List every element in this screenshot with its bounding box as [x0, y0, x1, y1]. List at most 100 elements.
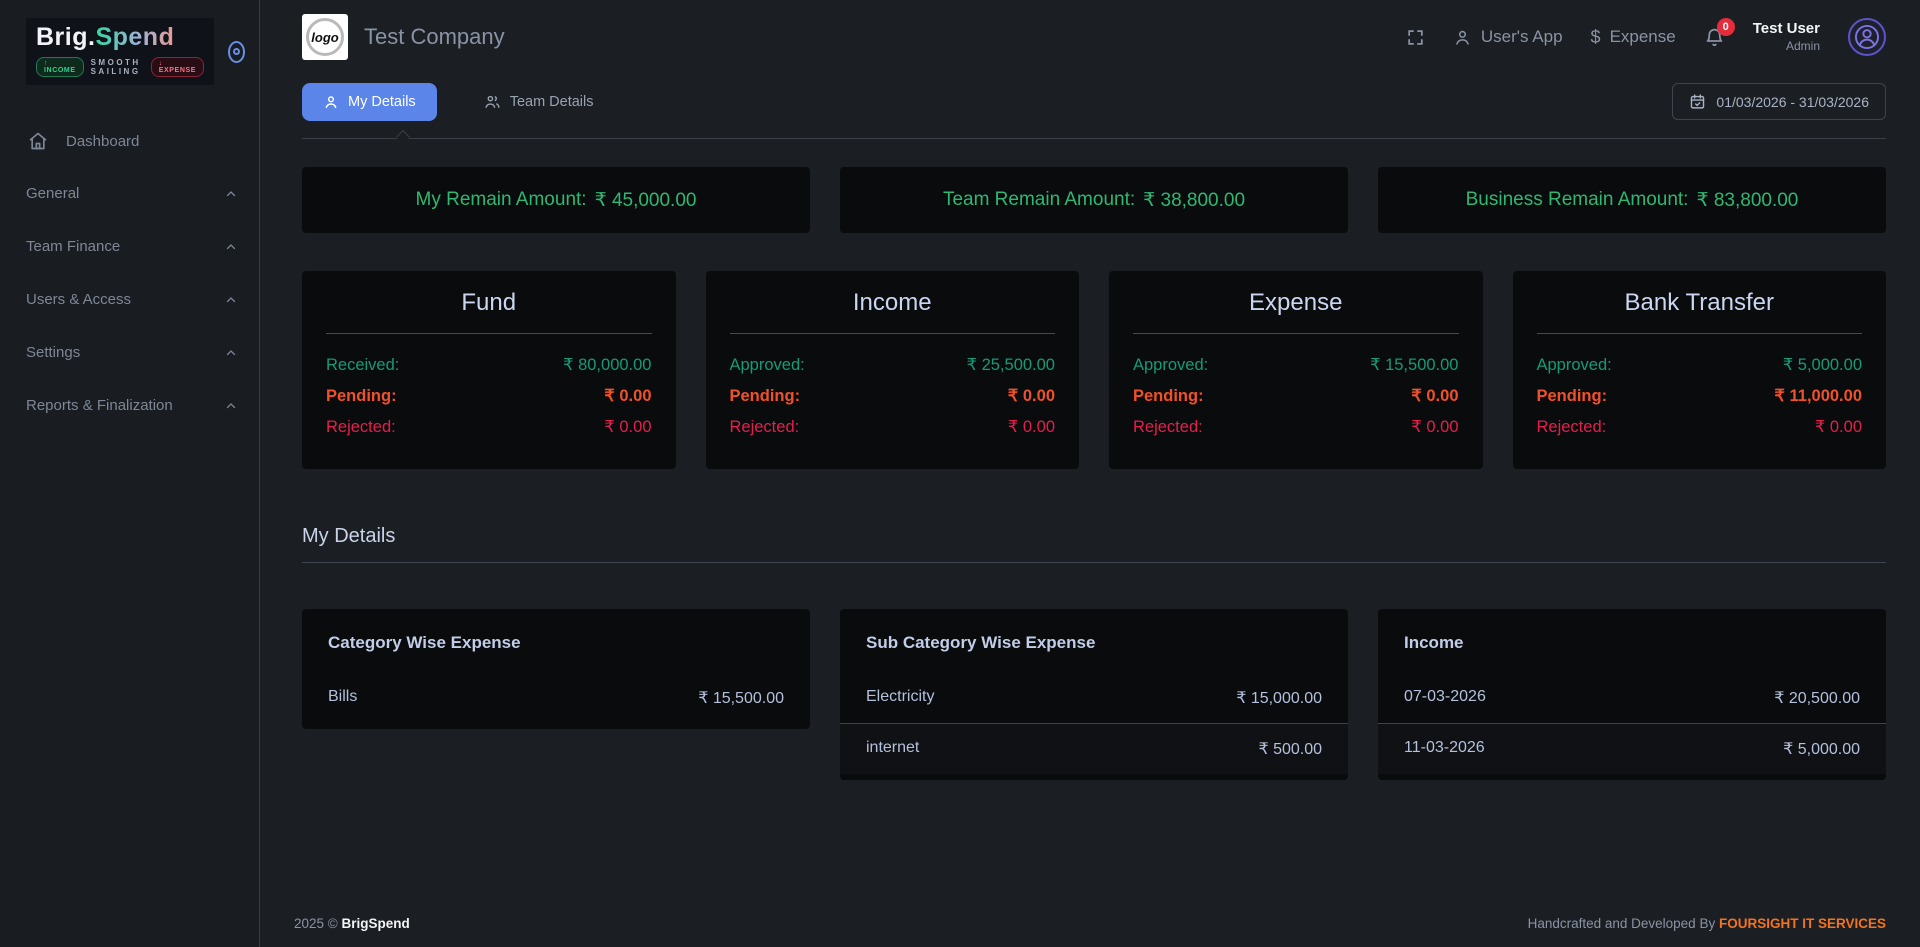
users-app-button[interactable]: User's App — [1453, 27, 1563, 47]
my-details-section-title: My Details — [302, 525, 1886, 548]
sidebar-group-team-finance[interactable]: Team Finance — [0, 224, 259, 269]
table-row: internet ₹ 500.00 — [840, 723, 1348, 774]
stat-row-rejected: Rejected: ₹ 0.00 — [730, 412, 1056, 443]
notification-count-badge: 0 — [1717, 18, 1735, 36]
table-row: Bills ₹ 15,500.00 — [302, 673, 810, 723]
summary-value: ₹ 83,800.00 — [1696, 189, 1798, 212]
user-role: Admin — [1753, 39, 1820, 54]
detail-row-label: 11-03-2026 — [1404, 739, 1485, 759]
tab-label: My Details — [348, 94, 416, 110]
notifications-button[interactable]: 0 — [1704, 27, 1725, 48]
stat-row-approved: Approved: ₹ 15,500.00 — [1133, 350, 1459, 381]
detail-rows: Bills ₹ 15,500.00 — [302, 673, 810, 723]
sidebar-group-reports-finalization[interactable]: Reports & Finalization — [0, 383, 259, 428]
brand-logo[interactable]: Brig.Spend ↑ INCOME SMOOTH SAILING ↓ EXP… — [26, 18, 214, 85]
detail-row-value: ₹ 5,000.00 — [1783, 739, 1860, 759]
stat-row-value: ₹ 25,500.00 — [967, 350, 1056, 381]
detail-row-value: ₹ 15,500.00 — [698, 688, 784, 708]
sidebar-group-settings[interactable]: Settings — [0, 330, 259, 375]
detail-card-title: Category Wise Expense — [302, 609, 810, 657]
main-content: logo Test Company User's App $ — [260, 0, 1920, 947]
detail-row-value: ₹ 500.00 — [1258, 739, 1322, 759]
stat-row-label: Received: — [326, 350, 399, 381]
stat-card-title: Fund — [326, 289, 652, 334]
avatar[interactable] — [1848, 18, 1886, 56]
income-card: Income Approved: ₹ 25,500.00 Pending: ₹ … — [706, 271, 1080, 469]
footer: 2025 © BrigSpend Handcrafted and Develop… — [302, 898, 1886, 947]
topbar-left: logo Test Company — [302, 14, 505, 60]
brand-name-secondary: Spend — [95, 23, 174, 51]
table-row: Electricity ₹ 15,000.00 — [840, 673, 1348, 723]
expense-card: Expense Approved: ₹ 15,500.00 Pending: ₹… — [1109, 271, 1483, 469]
stat-row-value: ₹ 15,500.00 — [1370, 350, 1459, 381]
stat-row-received: Received: ₹ 80,000.00 — [326, 350, 652, 381]
stat-row-label: Pending: — [326, 381, 397, 412]
user-block: Test User Admin — [1753, 20, 1820, 54]
sidebar-logo-row: Brig.Spend ↑ INCOME SMOOTH SAILING ↓ EXP… — [0, 0, 259, 85]
summary-label: Team Remain Amount: — [943, 189, 1135, 211]
stat-row-value: ₹ 0.00 — [1008, 412, 1055, 443]
date-range-picker[interactable]: 01/03/2026 - 31/03/2026 — [1672, 83, 1886, 120]
sidebar-toggle-dot — [233, 48, 240, 55]
stat-row-label: Rejected: — [1537, 412, 1607, 443]
sidebar-item-dashboard[interactable]: Dashboard — [0, 119, 259, 163]
stat-row-label: Rejected: — [1133, 412, 1203, 443]
stat-row-value: ₹ 0.00 — [1411, 412, 1458, 443]
table-row: 07-03-2026 ₹ 20,500.00 — [1378, 673, 1886, 723]
footer-credit-brand[interactable]: FOURSIGHT IT SERVICES — [1719, 916, 1886, 931]
stat-row-rejected: Rejected: ₹ 0.00 — [1133, 412, 1459, 443]
stat-rows: Approved: ₹ 15,500.00 Pending: ₹ 0.00 Re… — [1133, 350, 1459, 443]
sidebar-group-users-access[interactable]: Users & Access — [0, 277, 259, 322]
tabs: My Details Team Details — [302, 82, 615, 121]
brand-tagline: ↑ INCOME SMOOTH SAILING ↓ EXPENSE — [36, 57, 204, 77]
section-divider — [302, 562, 1886, 563]
stat-card-title: Expense — [1133, 289, 1459, 334]
topbar: logo Test Company User's App $ — [302, 4, 1886, 70]
stat-row-label: Approved: — [1537, 350, 1612, 381]
sidebar-group-general[interactable]: General — [0, 171, 259, 216]
sidebar: Brig.Spend ↑ INCOME SMOOTH SAILING ↓ EXP… — [0, 0, 260, 947]
expense-badge: ↓ EXPENSE — [151, 57, 204, 77]
calendar-icon — [1689, 93, 1706, 110]
sidebar-group-label: Users & Access — [26, 291, 131, 308]
stats-row: Fund Received: ₹ 80,000.00 Pending: ₹ 0.… — [302, 271, 1886, 469]
stat-row-label: Pending: — [1133, 381, 1204, 412]
fund-card: Fund Received: ₹ 80,000.00 Pending: ₹ 0.… — [302, 271, 676, 469]
sidebar-toggle-icon[interactable] — [228, 41, 245, 63]
stat-row-label: Rejected: — [326, 412, 396, 443]
sidebar-group-label: Settings — [26, 344, 80, 361]
active-tab-pointer — [396, 130, 410, 144]
summary-row: My Remain Amount: ₹ 45,000.00 Team Remai… — [302, 167, 1886, 233]
sidebar-group-label: Team Finance — [26, 238, 120, 255]
topbar-right: User's App $ Expense 0 Test User Admin — [1406, 18, 1886, 56]
business-remain-amount-card: Business Remain Amount: ₹ 83,800.00 — [1378, 167, 1886, 233]
table-row: 11-03-2026 ₹ 5,000.00 — [1378, 723, 1886, 774]
detail-row-label: 07-03-2026 — [1404, 688, 1486, 708]
stat-card-title: Bank Transfer — [1537, 289, 1863, 334]
stat-rows: Approved: ₹ 5,000.00 Pending: ₹ 11,000.0… — [1537, 350, 1863, 443]
tagline-text: SMOOTH SAILING — [91, 58, 144, 76]
chevron-up-icon — [225, 400, 237, 412]
stat-row-pending: Pending: ₹ 0.00 — [1133, 381, 1459, 412]
detail-row-label: internet — [866, 739, 919, 759]
detail-row-label: Electricity — [866, 688, 934, 708]
tab-team-details[interactable]: Team Details — [463, 82, 615, 121]
user-icon — [323, 94, 339, 110]
user-name: Test User — [1753, 20, 1820, 39]
detail-card-title: Income — [1378, 609, 1886, 657]
stat-row-value: ₹ 0.00 — [1815, 412, 1862, 443]
team-icon — [484, 93, 501, 110]
expense-label: Expense — [1610, 27, 1676, 47]
bank-transfer-card: Bank Transfer Approved: ₹ 5,000.00 Pendi… — [1513, 271, 1887, 469]
stat-row-pending: Pending: ₹ 11,000.00 — [1537, 381, 1863, 412]
stat-row-approved: Approved: ₹ 5,000.00 — [1537, 350, 1863, 381]
fullscreen-button[interactable] — [1406, 28, 1425, 47]
stat-row-value: ₹ 11,000.00 — [1774, 381, 1862, 412]
expense-button[interactable]: $ Expense — [1591, 27, 1676, 48]
stat-row-pending: Pending: ₹ 0.00 — [730, 381, 1056, 412]
sidebar-group-label: General — [26, 185, 79, 202]
summary-label: My Remain Amount: — [416, 189, 587, 211]
tab-my-details[interactable]: My Details — [302, 83, 437, 121]
stat-row-approved: Approved: ₹ 25,500.00 — [730, 350, 1056, 381]
company-logo-placeholder: logo — [306, 18, 344, 56]
